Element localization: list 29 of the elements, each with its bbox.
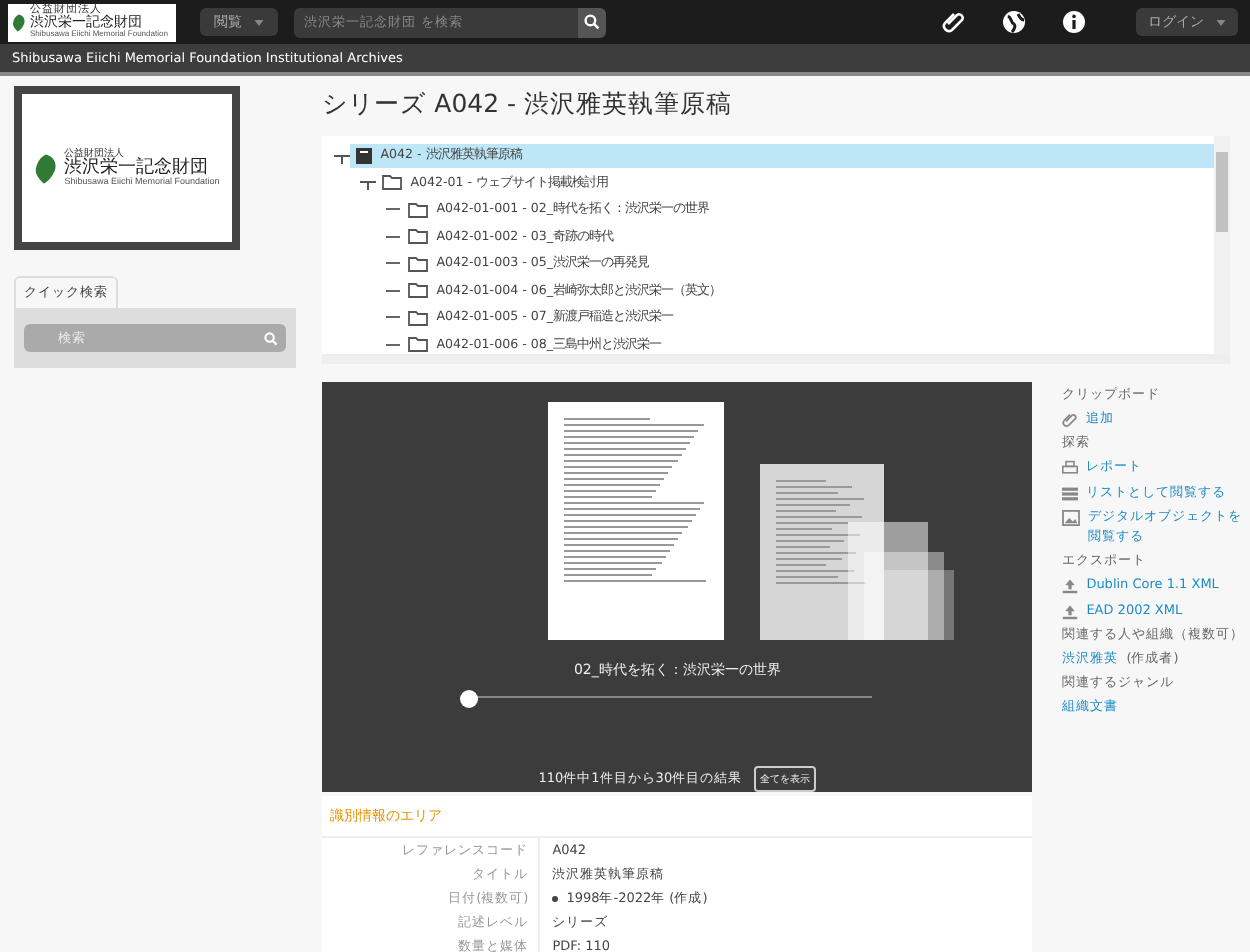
leaf-logo-icon	[34, 153, 59, 183]
paperclip-icon	[1062, 412, 1079, 428]
upload-icon	[1062, 603, 1079, 620]
slider-thumb[interactable]	[460, 690, 479, 708]
paperclip-icon[interactable]	[941, 10, 966, 34]
upload-icon	[1062, 578, 1079, 595]
printer-icon	[1062, 460, 1079, 477]
carousel-slider[interactable]	[462, 690, 873, 704]
folder-icon	[408, 282, 429, 299]
folder-icon	[408, 309, 429, 326]
leaf-logo-icon	[12, 13, 26, 31]
logo-name: 渋沢栄一記念財団	[64, 159, 209, 178]
caret-icon	[1216, 20, 1226, 26]
list-icon	[1062, 485, 1079, 502]
document-thumbnail[interactable]	[547, 402, 724, 640]
globe-icon[interactable]	[1001, 10, 1026, 34]
page-title: シリーズ A042 - 渋沢雅英執筆原稿	[322, 88, 735, 122]
bullet-icon	[552, 895, 559, 901]
box-icon	[356, 147, 373, 164]
search-button[interactable]	[578, 7, 607, 37]
folder-icon	[408, 336, 429, 353]
folder-icon	[408, 201, 429, 218]
caret-icon	[254, 20, 265, 26]
folder-icon	[382, 174, 403, 191]
folder-icon	[408, 228, 429, 245]
search-icon	[584, 14, 601, 30]
image-icon	[1062, 510, 1081, 527]
info-icon[interactable]	[1061, 10, 1086, 34]
folder-icon	[408, 255, 429, 272]
